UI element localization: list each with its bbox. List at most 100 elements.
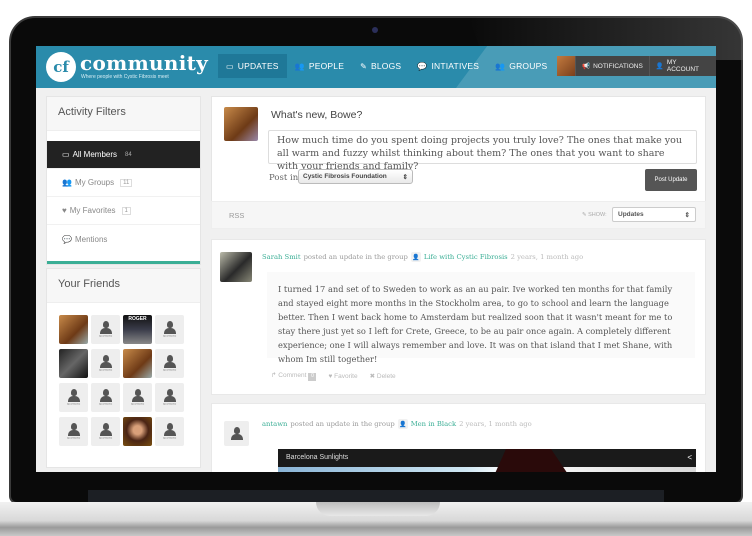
group-link[interactable]: Life with Cystic Fibrosis — [424, 253, 508, 261]
group-icon: 👤 — [397, 419, 408, 429]
filter-list: ▭ All Members 84 👥 My Groups 11 ♥ My Favorite… — [47, 131, 200, 261]
share-icon[interactable]: < — [687, 453, 692, 462]
activity-filters-title: Activity Filters — [47, 97, 200, 131]
screen: cf community Where people with Cystic Fi… — [36, 46, 716, 472]
show-value: Updates — [618, 211, 644, 218]
author-link[interactable]: antawn — [262, 420, 287, 428]
people-icon: 👥 — [294, 61, 305, 71]
nav-blogs[interactable]: ✎ BLOGS — [352, 54, 409, 78]
friend-avatar[interactable]: NO PHOTO — [59, 383, 88, 412]
person-icon — [99, 389, 112, 403]
group-link[interactable]: Men in Black — [411, 420, 456, 428]
video-embed[interactable]: Barcelona Sunlights < — [278, 449, 696, 472]
nav-label: PEOPLE — [308, 61, 345, 71]
person-icon — [163, 321, 176, 335]
nav-groups[interactable]: 👥 GROUPS — [487, 54, 555, 78]
nav-initiatives[interactable]: 💬 INTIATIVES — [409, 54, 487, 78]
friend-avatar[interactable]: NO PHOTO — [123, 383, 152, 412]
divider — [47, 261, 200, 264]
roger-label: ROGER — [128, 316, 147, 322]
comment-button[interactable]: ↱ Comment 0 — [271, 371, 317, 381]
activity-action: posted an update in the group — [303, 253, 408, 261]
favorite-button[interactable]: ♥ Favorite — [328, 373, 357, 380]
delete-button[interactable]: ✖ Delete — [370, 372, 396, 380]
no-photo-label: NO PHOTO — [130, 403, 145, 406]
friend-avatar[interactable]: NO PHOTO — [59, 417, 88, 446]
filter-label: My Favorites — [69, 206, 116, 215]
no-photo-label: NO PHOTO — [98, 335, 113, 338]
video-title[interactable]: Barcelona Sunlights — [286, 454, 348, 461]
nav-updates[interactable]: ▭ UPDATES — [218, 54, 287, 78]
filter-count: 1 — [121, 206, 131, 215]
filter-count: 84 — [125, 151, 132, 158]
comment-label: Comment — [278, 372, 307, 379]
no-photo-label: NO PHOTO — [98, 437, 113, 440]
show-label-text: SHOW: — [588, 212, 607, 218]
group-icon: 👤 — [410, 252, 421, 262]
person-icon — [99, 355, 112, 369]
composer-panel: What's new, Bowe? How much time do you s… — [211, 96, 706, 206]
delete-label: Delete — [376, 373, 396, 380]
filter-label: All Members — [72, 150, 118, 159]
brand-name[interactable]: community — [80, 51, 208, 75]
friend-avatar[interactable] — [59, 349, 88, 378]
timestamp[interactable]: 2 years, 1 month ago — [459, 420, 532, 428]
no-photo-label: NO PHOTO — [98, 369, 113, 372]
friend-avatar[interactable]: NO PHOTO — [155, 383, 184, 412]
person-icon — [230, 426, 243, 441]
filter-my-groups[interactable]: 👥 My Groups 11 — [47, 169, 200, 197]
blogs-icon: ✎ — [360, 61, 367, 71]
chat-icon: 💬 — [417, 61, 428, 71]
author-link[interactable]: Sarah Smit — [262, 253, 301, 261]
friend-avatar[interactable] — [123, 349, 152, 378]
my-account-button[interactable]: 👤 MY ACCOUNT — [648, 56, 716, 76]
friend-avatar[interactable]: NO PHOTO — [91, 383, 120, 412]
author-avatar[interactable] — [224, 421, 249, 446]
friend-avatar[interactable]: NO PHOTO — [91, 315, 120, 344]
show-select[interactable]: Updates ⇕ — [612, 207, 696, 222]
friend-avatar[interactable]: NO PHOTO — [91, 417, 120, 446]
user-avatar[interactable] — [557, 56, 575, 76]
user-icon: 👤 — [655, 63, 664, 70]
account-bar: 📢 NOTIFICATIONS 👤 MY ACCOUNT — [557, 56, 716, 76]
friend-avatar[interactable] — [123, 417, 152, 446]
person-icon — [163, 389, 176, 403]
person-icon — [67, 389, 80, 403]
nav-people[interactable]: 👥 PEOPLE — [287, 54, 352, 78]
friend-avatar[interactable]: NO PHOTO — [91, 349, 120, 378]
rss-link[interactable]: RSS — [229, 211, 244, 220]
friend-avatar[interactable] — [59, 315, 88, 344]
my-account-label: MY ACCOUNT — [666, 59, 700, 73]
timestamp[interactable]: 2 years, 1 month ago — [511, 253, 584, 261]
top-navbar: cf community Where people with Cystic Fi… — [36, 46, 716, 88]
friends-grid: NO PHOTO ROGER NO PHOTO NO PHOTO NO PHOT… — [47, 303, 200, 458]
filter-all-members[interactable]: ▭ All Members 84 — [47, 141, 200, 169]
author-avatar[interactable] — [220, 252, 252, 282]
filter-my-favorites[interactable]: ♥ My Favorites 1 — [47, 197, 200, 225]
friend-avatar[interactable]: ROGER — [123, 315, 152, 344]
activity-item: Sarah Smit posted an update in the group… — [211, 239, 706, 395]
friend-avatar[interactable]: NO PHOTO — [155, 417, 184, 446]
nav-label: GROUPS — [509, 61, 548, 71]
current-user-avatar[interactable] — [224, 107, 258, 141]
post-update-button[interactable]: Post Update — [645, 169, 697, 191]
person-icon — [67, 423, 80, 437]
filter-label: My Groups — [74, 178, 115, 187]
friend-avatar[interactable]: NO PHOTO — [155, 349, 184, 378]
post-in-select[interactable]: Cystic Fibrosis Foundation ⇕ — [298, 169, 413, 184]
update-textarea[interactable]: How much time do you spent doing project… — [268, 130, 697, 172]
friend-avatar[interactable]: NO PHOTO — [155, 315, 184, 344]
composer-prompt: What's new, Bowe? — [271, 109, 363, 121]
notifications-button[interactable]: 📢 NOTIFICATIONS — [574, 56, 649, 76]
close-icon: ✖ — [369, 373, 377, 380]
person-icon — [163, 423, 176, 437]
filter-mentions[interactable]: 💬 Mentions — [47, 225, 200, 253]
chat-icon: 💬 — [62, 234, 72, 244]
nav-label: BLOGS — [370, 61, 402, 71]
members-icon: ▭ — [62, 150, 70, 159]
heart-icon: ♥ — [62, 206, 67, 215]
activity-item: antawn posted an update in the group 👤 M… — [211, 403, 706, 472]
logo-icon[interactable]: cf — [46, 52, 76, 82]
nav-label: INTIATIVES — [431, 61, 480, 71]
favorite-label: Favorite — [334, 372, 358, 380]
